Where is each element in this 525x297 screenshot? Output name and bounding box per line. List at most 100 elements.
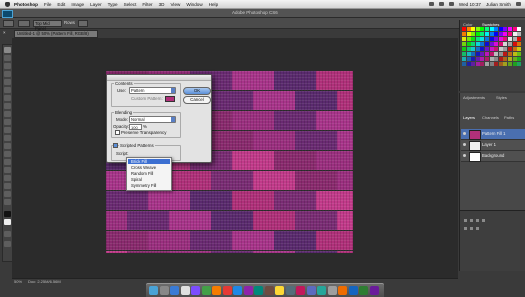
menu-3d[interactable]: 3D xyxy=(159,2,165,7)
swatch-cell[interactable] xyxy=(466,32,471,36)
swatch-cell[interactable] xyxy=(475,57,480,61)
swatch-cell[interactable] xyxy=(480,42,485,46)
swatch-cell[interactable] xyxy=(517,57,522,61)
crop-tool-icon[interactable] xyxy=(4,79,11,85)
type-tool-icon[interactable] xyxy=(4,167,11,173)
quick-select-tool-icon[interactable] xyxy=(4,71,11,77)
clone-stamp-tool-icon[interactable] xyxy=(4,111,11,117)
gradient-tool-icon[interactable] xyxy=(4,135,11,141)
tab-layers[interactable]: Layers xyxy=(463,115,475,120)
eye-icon[interactable] xyxy=(463,154,466,157)
swatch-cell[interactable] xyxy=(498,32,503,36)
custom-pattern-swatch[interactable] xyxy=(165,96,175,102)
dock-app-icon[interactable] xyxy=(254,286,263,295)
menu-window[interactable]: Window xyxy=(186,2,202,7)
swatch-cell[interactable] xyxy=(471,52,476,56)
swatches-grid[interactable] xyxy=(462,27,524,69)
swatch-cell[interactable] xyxy=(508,32,512,36)
battery-icon[interactable] xyxy=(448,2,454,6)
ok-button[interactable]: OK xyxy=(183,87,211,95)
quick-mask-icon[interactable] xyxy=(4,231,11,237)
dock-app-icon[interactable] xyxy=(327,286,337,295)
swatch-cell[interactable] xyxy=(508,27,512,31)
swatch-cell[interactable] xyxy=(485,47,489,51)
script-option-random-fill[interactable]: Random Fill xyxy=(128,171,170,176)
swatch-cell[interactable] xyxy=(485,42,489,46)
swatch-cell[interactable] xyxy=(494,52,499,56)
swatch-cell[interactable] xyxy=(489,52,494,56)
swatch-cell[interactable] xyxy=(503,62,508,66)
swatch-cell[interactable] xyxy=(466,62,471,66)
swatch-cell[interactable] xyxy=(480,27,485,31)
swatch-cell[interactable] xyxy=(503,32,508,36)
dock-app-icon[interactable] xyxy=(149,286,158,295)
swatch-cell[interactable] xyxy=(480,32,485,36)
menu-app-photoshop[interactable]: Photoshop xyxy=(14,2,38,7)
eye-icon[interactable] xyxy=(463,143,466,146)
panel-icon[interactable] xyxy=(482,219,485,222)
swatch-cell[interactable] xyxy=(480,47,485,51)
swatch-cell[interactable] xyxy=(480,62,485,66)
swatch-cell[interactable] xyxy=(466,57,471,61)
cancel-button[interactable]: Cancel xyxy=(183,96,211,104)
menu-filter[interactable]: Filter xyxy=(142,2,152,7)
dock-app-icon[interactable] xyxy=(306,286,316,295)
swatch-cell[interactable] xyxy=(498,47,503,51)
script-option-symmetry-fill[interactable]: Symmetry Fill xyxy=(128,183,170,188)
pen-tool-icon[interactable] xyxy=(4,159,11,165)
scripted-patterns-checkbox[interactable] xyxy=(113,143,118,148)
swatch-cell[interactable] xyxy=(503,37,508,41)
swatch-cell[interactable] xyxy=(471,42,476,46)
swatch-cell[interactable] xyxy=(503,52,508,56)
swatch-cell[interactable] xyxy=(512,37,517,41)
swatch-cell[interactable] xyxy=(489,57,494,61)
dock-app-icon[interactable] xyxy=(243,286,253,295)
swatch-cell[interactable] xyxy=(498,57,503,61)
brush-tool-icon[interactable] xyxy=(4,103,11,109)
swatch-cell[interactable] xyxy=(498,37,503,41)
panel-icon[interactable] xyxy=(476,227,479,230)
menu-file[interactable]: File xyxy=(44,2,51,7)
mode-select[interactable]: Normal xyxy=(129,116,176,123)
dock-app-icon[interactable] xyxy=(296,286,305,295)
swatch-cell[interactable] xyxy=(466,52,471,56)
zoom-level[interactable]: 50% xyxy=(14,279,22,284)
swatch-cell[interactable] xyxy=(512,32,517,36)
menu-image[interactable]: Image xyxy=(71,2,84,7)
menu-select[interactable]: Select xyxy=(124,2,137,7)
dock-app-icon[interactable] xyxy=(191,286,200,295)
swatch-cell[interactable] xyxy=(471,57,476,61)
swatch-cell[interactable] xyxy=(512,52,517,56)
swatch-cell[interactable] xyxy=(508,52,512,56)
swatch-cell[interactable] xyxy=(471,27,476,31)
menu-type[interactable]: Type xyxy=(108,2,118,7)
swatch-cell[interactable] xyxy=(512,62,517,66)
foreground-color-swatch[interactable] xyxy=(4,211,11,217)
dock-app-icon[interactable] xyxy=(233,286,242,295)
dock-app-icon[interactable] xyxy=(264,286,274,295)
history-brush-tool-icon[interactable] xyxy=(4,119,11,125)
eyedropper-tool-icon[interactable] xyxy=(4,87,11,93)
wifi-icon[interactable] xyxy=(428,2,434,6)
tab-channels[interactable]: Channels xyxy=(482,115,499,120)
swatch-cell[interactable] xyxy=(503,47,508,51)
use-select[interactable]: Pattern xyxy=(129,87,176,94)
swatch-cell[interactable] xyxy=(475,42,480,46)
panel-icon[interactable] xyxy=(476,219,479,222)
dodge-tool-icon[interactable] xyxy=(4,151,11,157)
swatch-cell[interactable] xyxy=(475,32,480,36)
swatch-cell[interactable] xyxy=(480,37,485,41)
script-option-spiral[interactable]: Spiral xyxy=(128,177,170,182)
shape-tool-icon[interactable] xyxy=(4,183,11,189)
spotlight-search-icon[interactable] xyxy=(516,2,521,6)
swatch-cell[interactable] xyxy=(494,32,499,36)
script-option-brick-fill[interactable]: Brick Fill xyxy=(128,159,170,164)
dock-app-icon[interactable] xyxy=(212,286,221,295)
panel-icon[interactable] xyxy=(470,219,473,222)
swatch-cell[interactable] xyxy=(471,32,476,36)
healing-tool-icon[interactable] xyxy=(4,95,11,101)
swatch-cell[interactable] xyxy=(466,47,471,51)
swatch-cell[interactable] xyxy=(471,37,476,41)
swatch-cell[interactable] xyxy=(517,27,522,31)
menu-view[interactable]: View xyxy=(170,2,180,7)
